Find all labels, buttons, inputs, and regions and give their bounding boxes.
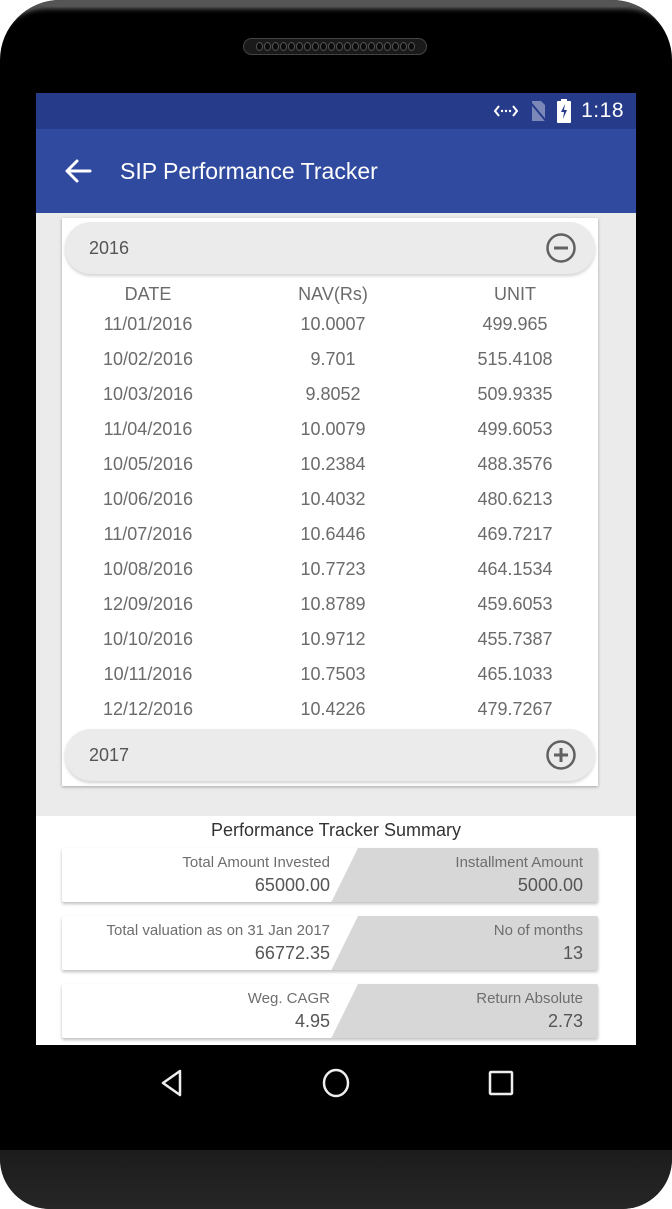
cell-unit: 488.3576 <box>477 454 553 474</box>
table-row: 10/02/2016 9.701 515.4108 <box>62 349 598 370</box>
table-row: 10/10/2016 10.9712 455.7387 <box>62 629 598 650</box>
nav-back-button[interactable] <box>152 1063 192 1103</box>
cell-date: 10/06/2016 <box>102 489 194 509</box>
recents-square-icon <box>488 1070 514 1096</box>
cell-nav: 10.2384 <box>300 454 366 474</box>
page-title: SIP Performance Tracker <box>120 157 378 184</box>
cell-unit: 465.1033 <box>477 664 553 684</box>
cell-unit: 469.7217 <box>477 524 553 544</box>
arrow-back-icon <box>65 159 92 183</box>
screen: 1:18 SIP Performance Tracker 2016 DATE N… <box>36 93 636 1045</box>
cell-unit: 515.4108 <box>477 349 553 369</box>
cell-date: 12/12/2016 <box>102 699 194 719</box>
table-row: 10/08/2016 10.7723 464.1534 <box>62 559 598 580</box>
cell-nav: 10.4032 <box>300 489 366 509</box>
home-circle-icon <box>322 1068 350 1098</box>
plus-circle-icon[interactable] <box>545 739 577 771</box>
cell-unit: 479.7267 <box>477 699 553 719</box>
cell-date: 10/05/2016 <box>102 454 194 474</box>
cell-nav: 10.6446 <box>300 524 366 544</box>
system-nav-bar <box>0 1045 672 1145</box>
table-row: 10/03/2016 9.8052 509.9335 <box>62 384 598 405</box>
column-header-date: DATE <box>124 284 172 304</box>
cell-date: 11/04/2016 <box>103 419 193 439</box>
table-row: 10/06/2016 10.4032 480.6213 <box>62 489 598 510</box>
cell-nav: 10.8789 <box>300 594 366 614</box>
nav-recents-button[interactable] <box>481 1063 521 1103</box>
summary-label: Installment Amount <box>455 854 583 871</box>
summary-section: Performance Tracker Summary Total Amount… <box>36 816 636 1045</box>
table-row: 10/05/2016 10.2384 488.3576 <box>62 454 598 475</box>
cell-unit: 459.6053 <box>477 594 553 614</box>
cell-unit: 480.6213 <box>477 489 553 509</box>
cell-date: 10/02/2016 <box>102 349 194 369</box>
cell-unit: 499.965 <box>482 314 548 334</box>
speaker-grille <box>243 38 427 55</box>
summary-title: Performance Tracker Summary <box>210 820 462 840</box>
cell-nav: 10.4226 <box>300 699 366 719</box>
table-header: DATE NAV(Rs) UNIT <box>62 284 598 305</box>
content-area: 2016 DATE NAV(Rs) UNIT 11/01/2016 10.0007… <box>36 213 636 1045</box>
cell-nav: 10.0079 <box>300 419 366 439</box>
battery-charging-icon <box>557 99 572 123</box>
column-header-nav: NAV(Rs) <box>298 284 368 304</box>
app-bar: SIP Performance Tracker <box>36 129 636 213</box>
table-row: 11/04/2016 10.0079 499.6053 <box>62 419 598 440</box>
device-frame: 1:18 SIP Performance Tracker 2016 DATE N… <box>0 0 672 1209</box>
summary-card-returns: Weg. CAGR 4.95 Return Absolute 2.73 <box>62 984 598 1038</box>
summary-value: 65000.00 <box>254 875 330 895</box>
cell-date: 10/11/2016 <box>103 664 193 684</box>
cell-nav: 9.8052 <box>305 384 361 404</box>
summary-value: 66772.35 <box>254 943 330 963</box>
table-row: 12/09/2016 10.8789 459.6053 <box>62 594 598 615</box>
cell-date: 11/07/2016 <box>103 524 193 544</box>
minus-circle-icon[interactable] <box>545 232 577 264</box>
summary-value: 13 <box>562 943 583 963</box>
summary-value: 5000.00 <box>517 875 583 895</box>
cell-date: 11/01/2016 <box>103 314 193 334</box>
cell-nav: 10.9712 <box>300 629 366 649</box>
cell-unit: 455.7387 <box>477 629 553 649</box>
back-button[interactable] <box>64 157 92 185</box>
year-header-2017[interactable]: 2017 <box>65 729 595 781</box>
summary-value: 2.73 <box>547 1011 583 1031</box>
summary-label: Total valuation as on 31 Jan 2017 <box>106 922 331 939</box>
cell-nav: 10.7503 <box>300 664 366 684</box>
column-header-unit: UNIT <box>494 284 536 304</box>
summary-label: Weg. CAGR <box>247 990 330 1007</box>
summary-card-invested: Total Amount Invested 65000.00 Installme… <box>62 848 598 902</box>
summary-label: Return Absolute <box>476 990 583 1007</box>
cell-date: 10/03/2016 <box>102 384 194 404</box>
year-header-2016[interactable]: 2016 <box>65 222 595 274</box>
summary-label: No of months <box>493 922 583 939</box>
data-arrows-icon <box>493 102 519 120</box>
cell-unit: 509.9335 <box>477 384 553 404</box>
cell-nav: 9.701 <box>310 349 356 369</box>
cell-unit: 464.1534 <box>477 559 553 579</box>
no-sim-icon <box>529 100 547 122</box>
summary-card-valuation: Total valuation as on 31 Jan 2017 66772.… <box>62 916 598 970</box>
clock: 1:18 <box>581 99 624 122</box>
cell-nav: 10.0007 <box>300 314 366 334</box>
cell-date: 12/09/2016 <box>102 594 194 614</box>
back-triangle-icon <box>161 1069 182 1097</box>
table-row: 11/07/2016 10.6446 469.7217 <box>62 524 598 545</box>
cell-unit: 499.6053 <box>477 419 553 439</box>
device-chin <box>0 1150 672 1209</box>
year-label: 2017 <box>89 744 130 765</box>
year-label: 2016 <box>89 237 130 258</box>
year-accordion: 2016 DATE NAV(Rs) UNIT 11/01/2016 10.0007… <box>62 218 598 786</box>
cell-date: 10/10/2016 <box>102 629 194 649</box>
cell-nav: 10.7723 <box>300 559 366 579</box>
summary-value: 4.95 <box>294 1011 330 1031</box>
table-row: 12/12/2016 10.4226 479.7267 <box>62 699 598 720</box>
cell-date: 10/08/2016 <box>102 559 194 579</box>
table-row: 11/01/2016 10.0007 499.965 <box>62 314 598 335</box>
nav-home-button[interactable] <box>316 1063 356 1103</box>
table-row: 10/11/2016 10.7503 465.1033 <box>62 664 598 685</box>
status-bar: 1:18 <box>36 93 636 129</box>
summary-label: Total Amount Invested <box>182 854 330 871</box>
